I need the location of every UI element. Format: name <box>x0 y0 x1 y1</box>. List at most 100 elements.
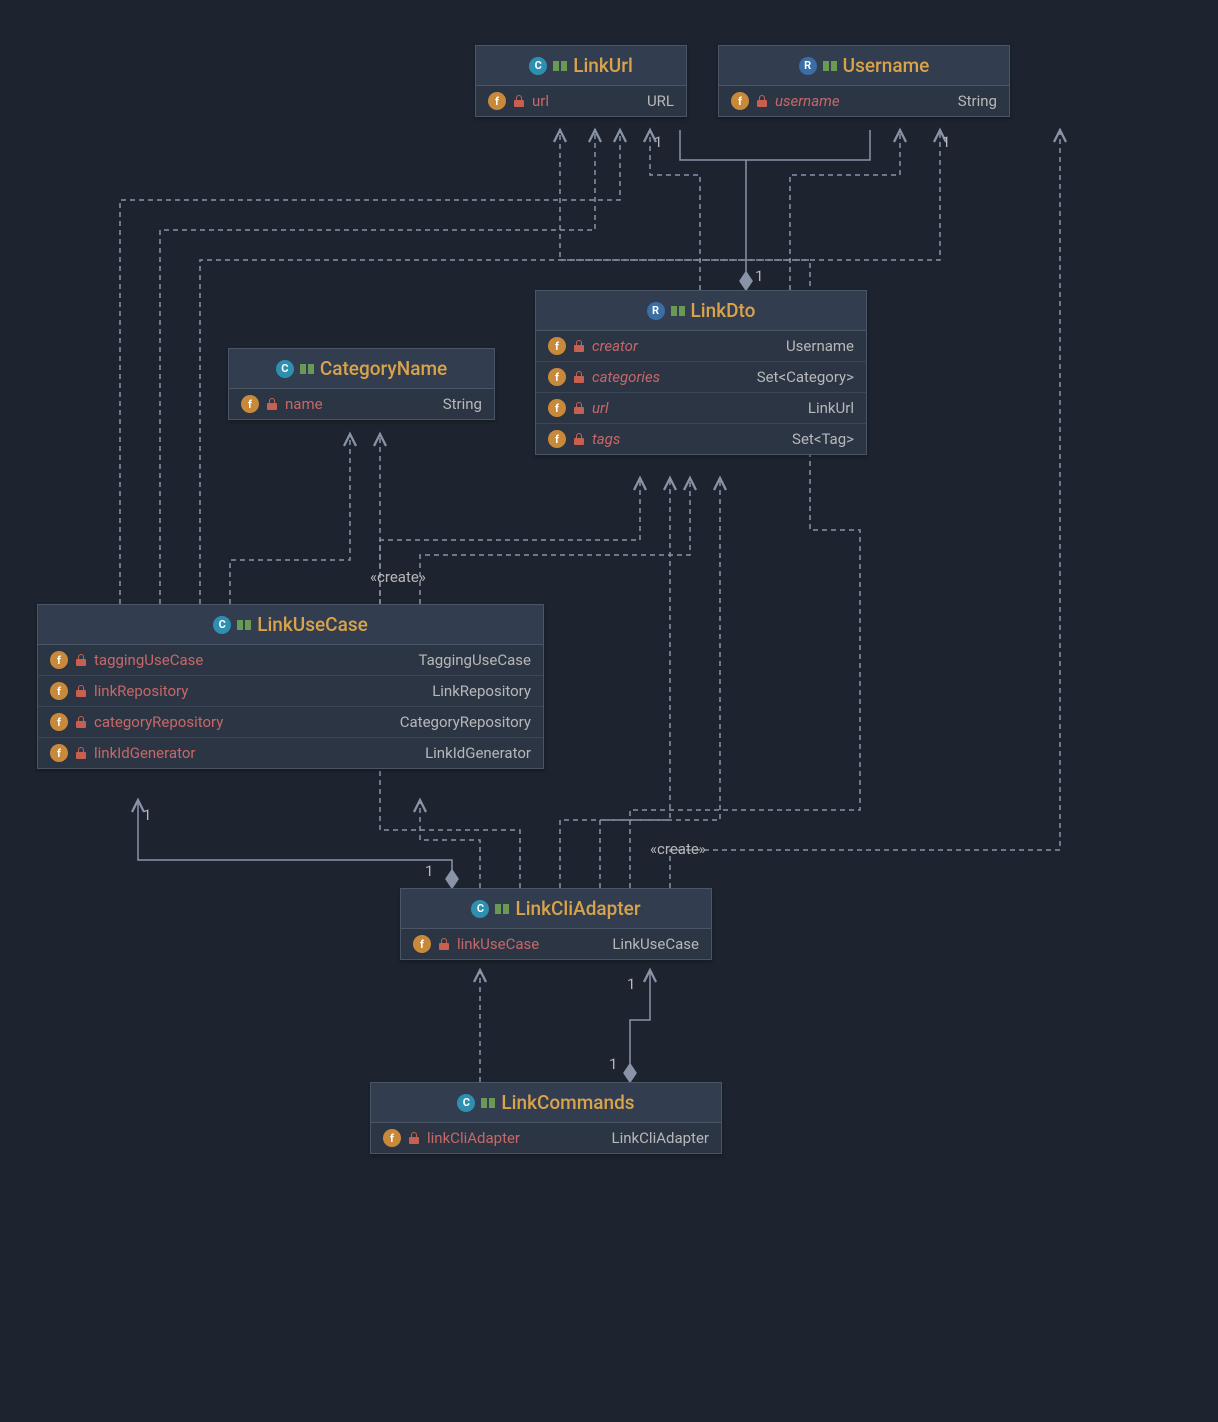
class-title: LinkCliAdapter <box>515 897 640 920</box>
field-type: TaggingUseCase <box>398 651 531 669</box>
field-type: Set<Tag> <box>772 430 854 448</box>
field-row: categories Set<Category> <box>536 362 866 393</box>
field-name: linkRepository <box>94 682 188 700</box>
field-type: CategoryRepository <box>380 713 531 731</box>
multiplicity-label: 1 <box>143 806 151 824</box>
lock-icon <box>408 1132 420 1144</box>
field-name: categories <box>592 368 660 386</box>
lock-icon <box>75 716 87 728</box>
field-icon <box>548 368 566 386</box>
field-name: url <box>532 92 549 110</box>
field-row: name String <box>229 389 494 419</box>
field-name: linkCliAdapter <box>427 1129 520 1147</box>
field-row: linkUseCase LinkUseCase <box>401 929 711 959</box>
multiplicity-label: 1 <box>654 133 662 151</box>
field-icon <box>548 430 566 448</box>
record-icon <box>647 302 665 320</box>
lock-icon <box>513 95 525 107</box>
multiplicity-label: 1 <box>942 133 950 151</box>
class-header: LinkUrl <box>476 46 686 86</box>
field-name: url <box>592 399 609 417</box>
field-icon <box>50 713 68 731</box>
field-row: url LinkUrl <box>536 393 866 424</box>
visibility-icon <box>481 1096 495 1110</box>
field-type: String <box>423 395 482 413</box>
visibility-icon <box>823 59 837 73</box>
field-row: tags Set<Tag> <box>536 424 866 454</box>
class-header: CategoryName <box>229 349 494 389</box>
visibility-icon <box>553 59 567 73</box>
field-type: Username <box>766 337 854 355</box>
class-header: Username <box>719 46 1009 86</box>
lock-icon <box>573 340 585 352</box>
lock-icon <box>756 95 768 107</box>
field-type: LinkRepository <box>412 682 531 700</box>
class-header: LinkDto <box>536 291 866 331</box>
class-icon <box>471 900 489 918</box>
class-icon <box>529 57 547 75</box>
field-row: username String <box>719 86 1009 116</box>
class-title: CategoryName <box>320 357 447 380</box>
class-title: LinkDto <box>691 299 756 322</box>
class-header: LinkCliAdapter <box>401 889 711 929</box>
class-linkcliadapter[interactable]: LinkCliAdapter linkUseCase LinkUseCase <box>400 888 712 960</box>
field-name: linkIdGenerator <box>94 744 195 762</box>
field-type: Set<Category> <box>737 368 854 386</box>
field-type: LinkIdGenerator <box>405 744 531 762</box>
field-name: linkUseCase <box>457 935 539 953</box>
lock-icon <box>573 433 585 445</box>
lock-icon <box>75 685 87 697</box>
class-username[interactable]: Username username String <box>718 45 1010 117</box>
class-linkdto[interactable]: LinkDto creator Username categories Set<… <box>535 290 867 455</box>
field-row: taggingUseCase TaggingUseCase <box>38 645 543 676</box>
field-row: linkRepository LinkRepository <box>38 676 543 707</box>
class-title: Username <box>843 54 930 77</box>
lock-icon <box>438 938 450 950</box>
field-type: LinkUseCase <box>592 935 699 953</box>
field-icon <box>50 682 68 700</box>
field-type: LinkUrl <box>788 399 854 417</box>
multiplicity-label: 1 <box>627 975 635 993</box>
lock-icon <box>75 747 87 759</box>
field-name: username <box>775 92 840 110</box>
record-icon <box>799 57 817 75</box>
class-title: LinkUrl <box>573 54 633 77</box>
field-name: name <box>285 395 323 413</box>
field-row: categoryRepository CategoryRepository <box>38 707 543 738</box>
lock-icon <box>266 398 278 410</box>
field-icon <box>548 337 566 355</box>
lock-icon <box>573 371 585 383</box>
uml-canvas: LinkUrl url URL Username username String… <box>0 0 1218 1422</box>
lock-icon <box>75 654 87 666</box>
field-row: linkCliAdapter LinkCliAdapter <box>371 1123 721 1153</box>
visibility-icon <box>300 362 314 376</box>
multiplicity-label: 1 <box>609 1055 617 1073</box>
create-label: «create» <box>370 568 426 586</box>
class-title: LinkCommands <box>501 1091 634 1114</box>
field-row: url URL <box>476 86 686 116</box>
visibility-icon <box>671 304 685 318</box>
multiplicity-label: 1 <box>755 267 763 285</box>
class-icon <box>457 1094 475 1112</box>
class-header: LinkUseCase <box>38 605 543 645</box>
field-name: taggingUseCase <box>94 651 203 669</box>
class-linkcommands[interactable]: LinkCommands linkCliAdapter LinkCliAdapt… <box>370 1082 722 1154</box>
class-categoryname[interactable]: CategoryName name String <box>228 348 495 420</box>
field-name: categoryRepository <box>94 713 223 731</box>
class-linkurl[interactable]: LinkUrl url URL <box>475 45 687 117</box>
class-linkusecase[interactable]: LinkUseCase taggingUseCase TaggingUseCas… <box>37 604 544 769</box>
visibility-icon <box>495 902 509 916</box>
create-label: «create» <box>650 840 706 858</box>
field-icon <box>548 399 566 417</box>
field-icon <box>50 651 68 669</box>
field-icon <box>50 744 68 762</box>
field-icon <box>241 395 259 413</box>
field-type: LinkCliAdapter <box>592 1129 709 1147</box>
lock-icon <box>573 402 585 414</box>
field-type: String <box>938 92 997 110</box>
field-name: creator <box>592 337 638 355</box>
field-icon <box>488 92 506 110</box>
field-name: tags <box>592 430 620 448</box>
class-header: LinkCommands <box>371 1083 721 1123</box>
class-icon <box>276 360 294 378</box>
